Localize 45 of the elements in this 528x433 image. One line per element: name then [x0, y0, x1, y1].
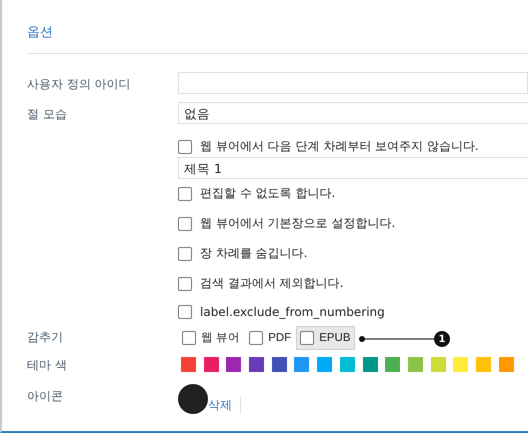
checkbox[interactable] [249, 330, 264, 344]
field-label: 아이콘 [27, 388, 64, 405]
color-swatch[interactable] [204, 357, 219, 372]
color-swatch[interactable] [181, 357, 196, 372]
field-label: 절 모습 [27, 106, 68, 123]
checkbox-label: 웹 뷰어 [201, 331, 240, 345]
color-swatch[interactable] [408, 357, 423, 372]
checkbox[interactable] [178, 140, 192, 154]
delete-link[interactable]: 삭제 [208, 397, 241, 414]
field-label: 사용자 정의 아이디 [27, 76, 132, 93]
color-swatch[interactable] [317, 357, 332, 372]
checkbox-label: 웹 뷰어에서 기본장으로 설정합니다. [200, 215, 396, 232]
section-style-select[interactable]: 없음 [178, 102, 528, 124]
color-swatch[interactable] [385, 357, 400, 372]
checkbox-label: label.exclude_from_numbering [200, 305, 385, 319]
color-swatch[interactable] [249, 357, 264, 372]
checkbox-label: 검색 결과에서 제외합니다. [200, 275, 344, 292]
checkbox[interactable] [182, 330, 196, 344]
custom-id-field[interactable] [178, 72, 528, 94]
field-label: 테마 색 [27, 357, 68, 374]
heading-style-field[interactable]: 제목 1 [178, 157, 528, 179]
color-swatch[interactable] [453, 357, 468, 372]
color-swatch[interactable] [340, 357, 355, 372]
checkbox-label: PDF [268, 332, 292, 344]
color-swatch[interactable] [272, 357, 287, 372]
checkbox[interactable] [300, 330, 314, 344]
section-title: 옵션 [27, 23, 528, 54]
checkbox-label: EPUB [319, 332, 351, 344]
color-swatch[interactable] [362, 357, 378, 372]
checkbox[interactable] [178, 246, 192, 260]
icon-preview [178, 384, 208, 414]
callout-badge: 1 [434, 331, 450, 347]
checkbox-label: 장 차례를 숨깁니다. [200, 245, 308, 262]
checkbox[interactable] [178, 186, 192, 200]
color-swatch[interactable] [430, 357, 446, 372]
checkbox-label: 편집할 수 없도록 합니다. [200, 185, 336, 202]
checkbox-label: 웹 뷰어에서 다음 단계 차례부터 보여주지 않습니다. [200, 138, 479, 155]
field-label: 감추기 [27, 329, 64, 346]
color-swatch[interactable] [294, 357, 310, 372]
checkbox[interactable] [178, 305, 192, 319]
color-swatch[interactable] [476, 357, 491, 372]
checkbox[interactable] [178, 216, 192, 230]
color-swatch[interactable] [226, 357, 242, 372]
color-swatch[interactable] [498, 357, 514, 372]
checkbox[interactable] [178, 276, 192, 290]
